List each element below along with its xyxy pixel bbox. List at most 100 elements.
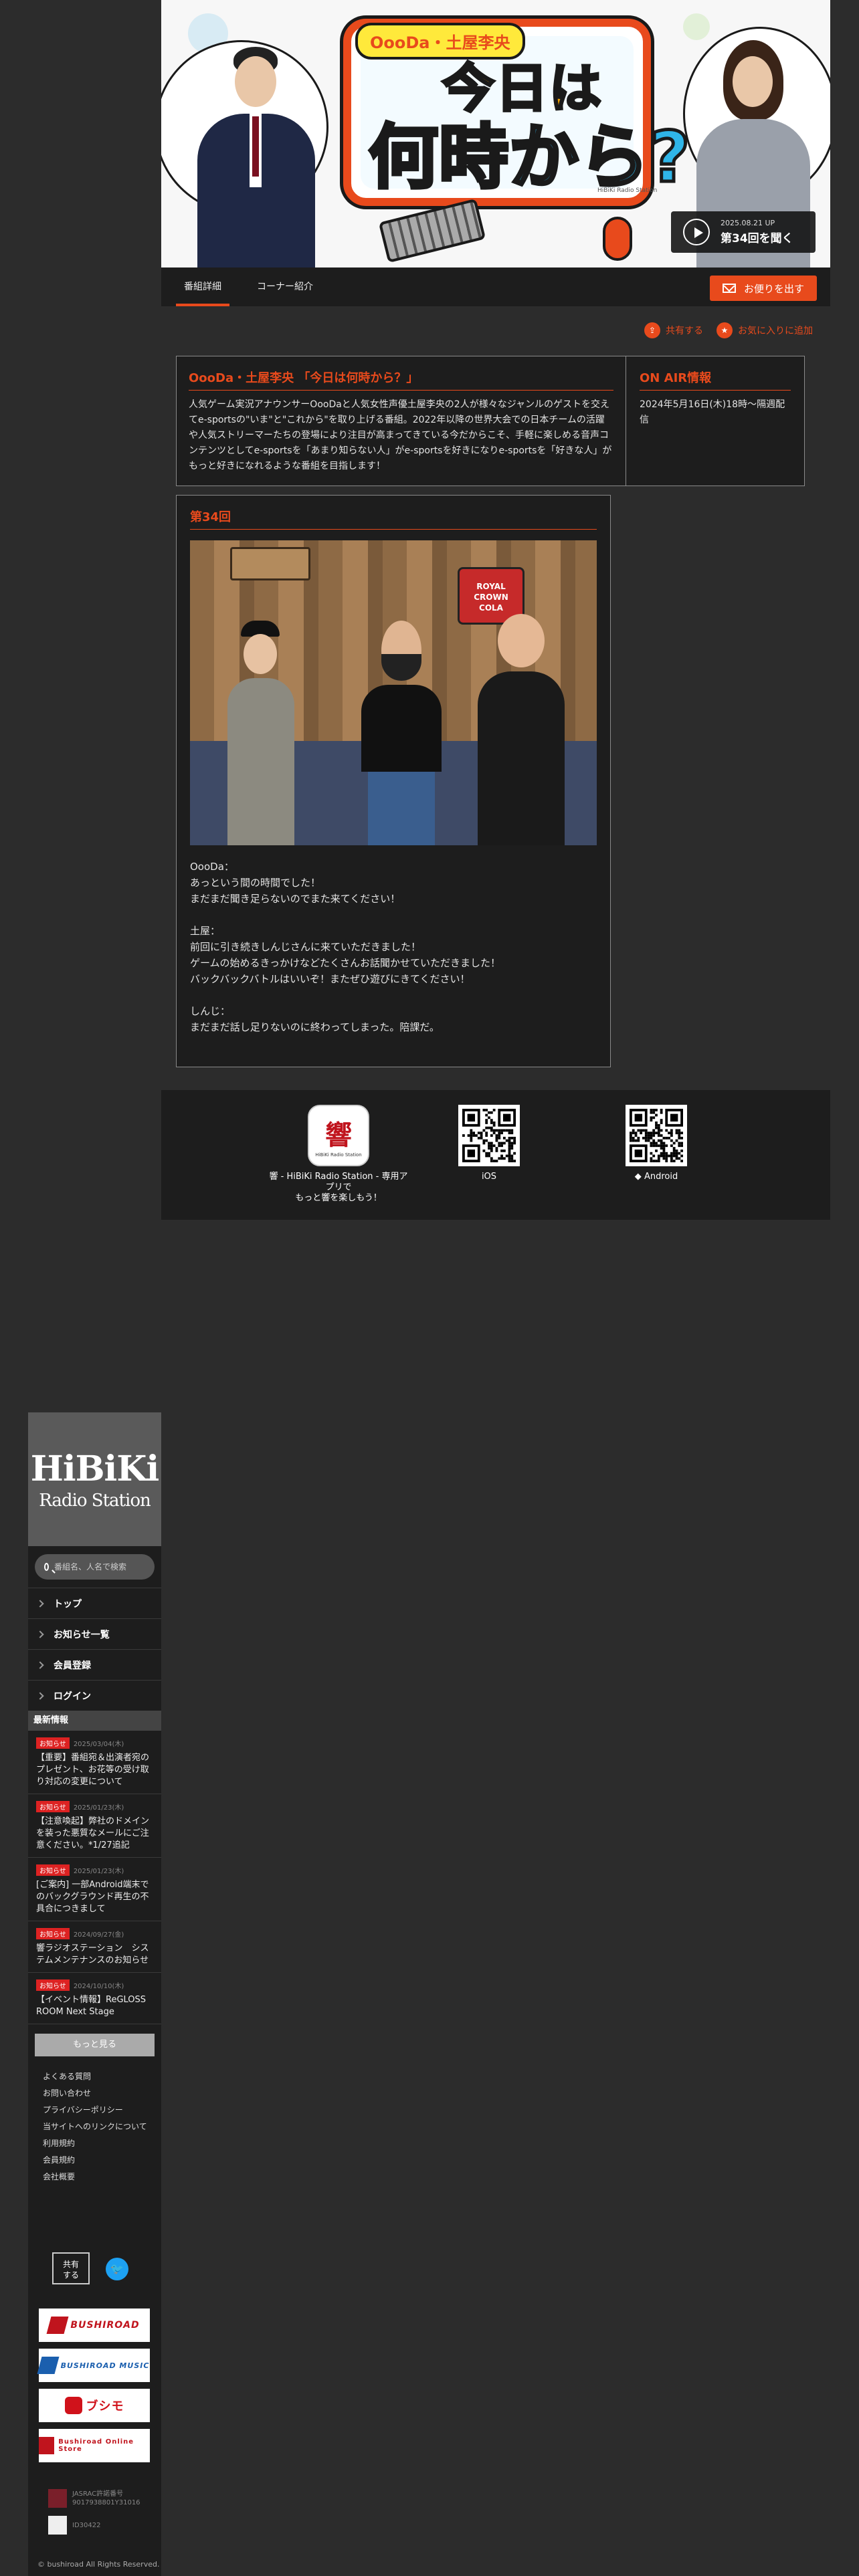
nextone-license-text: ID30422 [72,2521,101,2529]
guest-left [217,621,304,845]
wall-sign [230,547,310,580]
search-icon [44,1563,49,1571]
news-badge: お知らせ [36,1864,70,1876]
more-news-button[interactable]: もっと見る [35,2034,155,2056]
latest-news-heading: 最新情報 [28,1711,161,1731]
sidebar-item-login[interactable]: ログイン [28,1680,161,1711]
onair-schedule: 2024年5月16日(木)18時〜隔週配信 [640,399,785,425]
play-icon [683,219,710,245]
program-description: 人気ゲーム実況アナウンサーOooDaと人気女性声優土屋李央の2人が様々なジャンル… [189,399,612,471]
news-date: 2025/01/23(木) [73,1804,124,1812]
mouse-illustration [603,217,632,261]
bushiroad-logo-icon [46,2317,69,2334]
footer-link-faq[interactable]: よくある質問 [28,2068,161,2085]
share-button[interactable]: ⇪ 共有する [644,321,703,340]
episode-date: 2025.08.21 UP [721,219,775,227]
footer-link-company[interactable]: 会社概要 [28,2169,161,2185]
send-letter-button[interactable]: お便りを出す [710,276,817,301]
send-letter-label: お便りを出す [743,282,804,295]
hibiki-app-icon[interactable]: 響 HiBiKi Radio Station [308,1105,369,1166]
program-description-panel: OooDa・土屋李央 「今日は何時から？」 人気ゲーム実況アナウンサーOooDa… [176,356,805,486]
app-icon-glyph: 響 [325,1120,352,1151]
program-hero-banner: OooDa・土屋李央 今日は 何時から? HiBiKi Radio Statio… [161,0,830,267]
sponsor-online-store[interactable]: Bushiroad Online Store [39,2429,150,2462]
news-badge: お知らせ [36,1979,70,1991]
footer-link-contact[interactable]: お問い合わせ [28,2085,161,2102]
android-qr-code[interactable] [626,1105,687,1166]
onair-heading: ON AIR情報 [640,368,791,391]
news-item[interactable]: お知らせ 2025/01/23(木) [ご案内] 一部Android端末でのバック… [28,1858,161,1921]
bg-decoration [683,13,710,40]
add-favorite-button[interactable]: ★ お気に入りに追加 [717,321,813,340]
app-download-section: 響 HiBiKi Radio Station 響 - HiBiKi Radio … [161,1090,830,1220]
nextone-logo-icon [48,2516,67,2535]
bushiroad-music-logo-icon [37,2357,60,2374]
news-title: 【重要】番組宛＆出演者宛のプレゼント、お花等の受け取り対応の変更について [36,1753,150,1787]
hibiki-logo[interactable]: HiBiKi Radio Station [28,1412,161,1546]
sponsor-bushiroad[interactable]: BUSHIROAD [39,2309,150,2342]
sidebar-share-button[interactable]: 共有 する [52,2252,90,2284]
android-icon: ◆ [634,1172,644,1182]
tab-corners[interactable]: コーナー紹介 [248,267,322,306]
copyright: © bushiroad All Rights Reserved. [37,2560,160,2569]
footer-link-member-terms[interactable]: 会員規約 [28,2152,161,2169]
android-label: ◆ Android [634,1172,678,1182]
sponsor-name: BUSHIROAD [70,2320,140,2331]
sponsor-name: Bushiroad Online Store [58,2438,134,2453]
sponsor-name: ブシモ [86,2399,124,2413]
chevron-right-icon [36,1630,44,1638]
program-tab-bar: 番組詳細 コーナー紹介 お便りを出す [161,267,830,306]
ios-label: iOS [481,1172,497,1182]
sidebar-item-top[interactable]: トップ [28,1588,161,1618]
star-icon: ★ [717,322,733,338]
news-title: 響ラジオステーション システムメンテナンスのお知らせ [36,1943,149,1965]
chevron-right-icon [36,1599,44,1608]
jasrac-license-text: JASRAC許諾番号 9017938801Y31016 [72,2490,140,2506]
sponsor-bushiroad-music[interactable]: BUSHIROAD MUSIC [37,2349,150,2382]
footer-link-terms[interactable]: 利用規約 [28,2135,161,2152]
twitter-icon[interactable]: 🐦 [106,2258,128,2280]
program-title: OooDa・土屋李央 「今日は何時から？」 [189,368,613,391]
episode-comments: OooDa： あっという間の時間でした！ まだまだ聞き足らないのでまた来てくださ… [190,861,500,1033]
host-ooda-photo [188,47,322,267]
news-badge: お知らせ [36,1737,70,1749]
chevron-right-icon [36,1691,44,1700]
ios-qr-code[interactable] [458,1105,520,1166]
logo-credit: HiBiKi Radio Station [597,187,658,194]
tab-program-details[interactable]: 番組詳細 [176,267,229,306]
play-latest-episode-button[interactable]: 2025.08.21 UP 第34回を聞く [671,211,816,253]
episode-photo: ROYAL CROWN COLA [190,540,597,845]
news-date: 2025/01/23(木) [73,1868,124,1875]
news-item[interactable]: お知らせ 2024/10/10(木) 【イベント情報】ReGLOSS ROOM N… [28,1973,161,2024]
episode-panel: 第34回 ROYAL CROWN COLA OooDa： あっという間の時間でし… [176,495,611,1067]
footer-link-linking[interactable]: 当サイトへのリンクについて [28,2119,161,2135]
chevron-right-icon [36,1660,44,1669]
app-caption: 響 - HiBiKi Radio Station - 専用アプリで もっと響を楽… [269,1172,408,1203]
logo-line1: HiBiKi [30,1448,160,1489]
cola-sign-line2: COLA [479,603,503,613]
episode-title: 第34回 [190,508,597,530]
jasrac-license: JASRAC許諾番号 9017938801Y31016 [48,2489,140,2508]
search-box [35,1554,155,1580]
news-item[interactable]: お知らせ 2024/09/27(金) 響ラジオステーション システムメンテナンスの… [28,1921,161,1973]
mail-icon [722,284,736,293]
news-badge: お知らせ [36,1928,70,1939]
sponsor-bushimo[interactable]: ブシモ [39,2389,150,2422]
footer-link-privacy[interactable]: プライバシーポリシー [28,2102,161,2119]
store-bag-icon [39,2437,55,2454]
main-content: OooDa・土屋李央 今日は 何時から? HiBiKi Radio Statio… [161,0,830,1220]
sidebar: HiBiKi Radio Station トップ お知らせ一覧 会員登録 ログイ… [28,1412,161,2576]
nextone-license: ID30422 [48,2516,100,2535]
search-input[interactable] [54,1562,155,1572]
sidebar-item-news[interactable]: お知らせ一覧 [28,1618,161,1649]
app-icon-subtitle: HiBiKi Radio Station [315,1152,362,1158]
news-item[interactable]: お知らせ 2025/03/04(木) 【重要】番組宛＆出演者宛のプレゼント、お花等… [28,1731,161,1794]
bushimo-logo-icon [64,2397,82,2414]
sidebar-item-register[interactable]: 会員登録 [28,1649,161,1680]
sponsor-name: BUSHIROAD MUSIC [60,2361,150,2370]
news-title: 【注意喚起】弊社のドメインを装った悪質なメールにご注意ください。*1/27追記 [36,1816,150,1850]
favorite-label: お気に入りに追加 [738,326,813,336]
news-title: [ご案内] 一部Android端末でのバックグラウンド再生の不具合につきまして [36,1880,149,1914]
news-item[interactable]: お知らせ 2025/01/23(木) 【注意喚起】弊社のドメインを装った悪質なメー… [28,1794,161,1858]
news-title: 【イベント情報】ReGLOSS ROOM Next Stage [36,1995,147,2017]
